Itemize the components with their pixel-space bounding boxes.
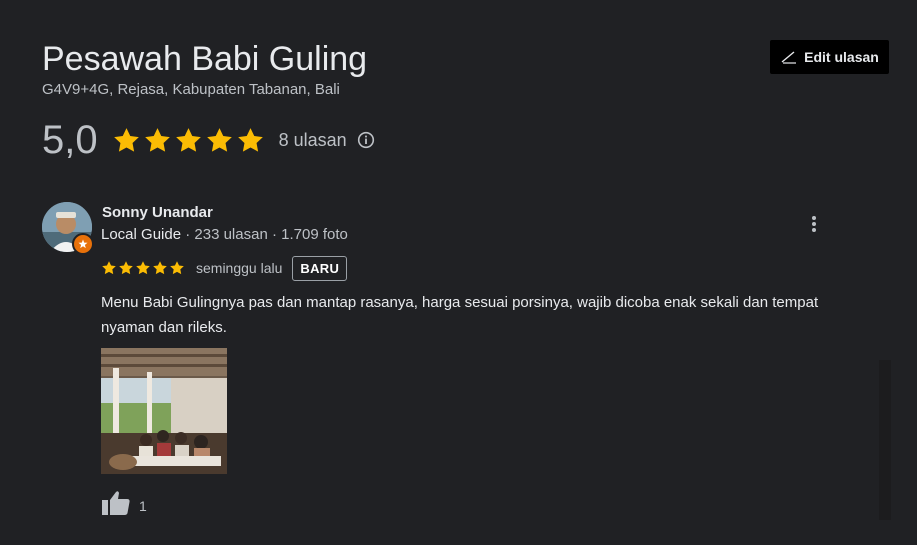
review-stars — [101, 260, 185, 276]
reviews-panel: Pesawah Babi Guling G4V9+4G, Rejasa, Kab… — [0, 0, 917, 545]
local-guide-label: Local Guide — [101, 226, 182, 243]
edit-review-label: Edit ulasan — [804, 49, 879, 65]
review-rating-row: seminggu lalu BARU — [101, 254, 348, 282]
star-icon — [175, 127, 201, 152]
star-icon — [119, 261, 133, 275]
star-icon — [153, 261, 167, 275]
star-icon — [237, 127, 263, 152]
place-title: Pesawah Babi Guling — [42, 40, 368, 78]
info-icon[interactable] — [357, 131, 375, 149]
more-vert-icon[interactable] — [802, 210, 826, 238]
pencil-icon — [780, 50, 798, 64]
rating-summary: 5,0 8 ulasan — [42, 116, 375, 164]
review-count: 8 ulasan — [278, 129, 347, 150]
star-icon — [206, 127, 232, 152]
new-badge: BARU — [292, 255, 348, 281]
like-count: 1 — [139, 497, 147, 514]
local-guide-badge-icon — [72, 233, 94, 255]
star-icon — [170, 261, 184, 275]
avatar[interactable] — [42, 202, 94, 255]
star-icon — [113, 127, 139, 152]
scrollbar[interactable] — [879, 360, 891, 520]
review-text: Menu Babi Gulingnya pas dan mantap rasan… — [101, 294, 819, 336]
thumb-up-icon — [101, 490, 131, 521]
review-time: seminggu lalu — [196, 260, 283, 276]
reviewer-stats: · 233 ulasan · 1.709 foto — [181, 226, 348, 243]
reviewer-name[interactable]: Sonny Unandar — [102, 204, 213, 221]
edit-review-button[interactable]: Edit ulasan — [770, 40, 889, 74]
like-button[interactable]: 1 — [101, 490, 147, 521]
star-icon — [144, 127, 170, 152]
place-address: G4V9+4G, Rejasa, Kabupaten Tabanan, Bali — [42, 81, 340, 98]
star-icon — [136, 261, 150, 275]
rating-value: 5,0 — [42, 118, 98, 162]
review-photo[interactable] — [101, 348, 227, 474]
rating-stars — [112, 126, 265, 155]
star-icon — [102, 261, 116, 275]
reviewer-meta: Local Guide · 233 ulasan · 1.709 foto — [101, 226, 348, 243]
